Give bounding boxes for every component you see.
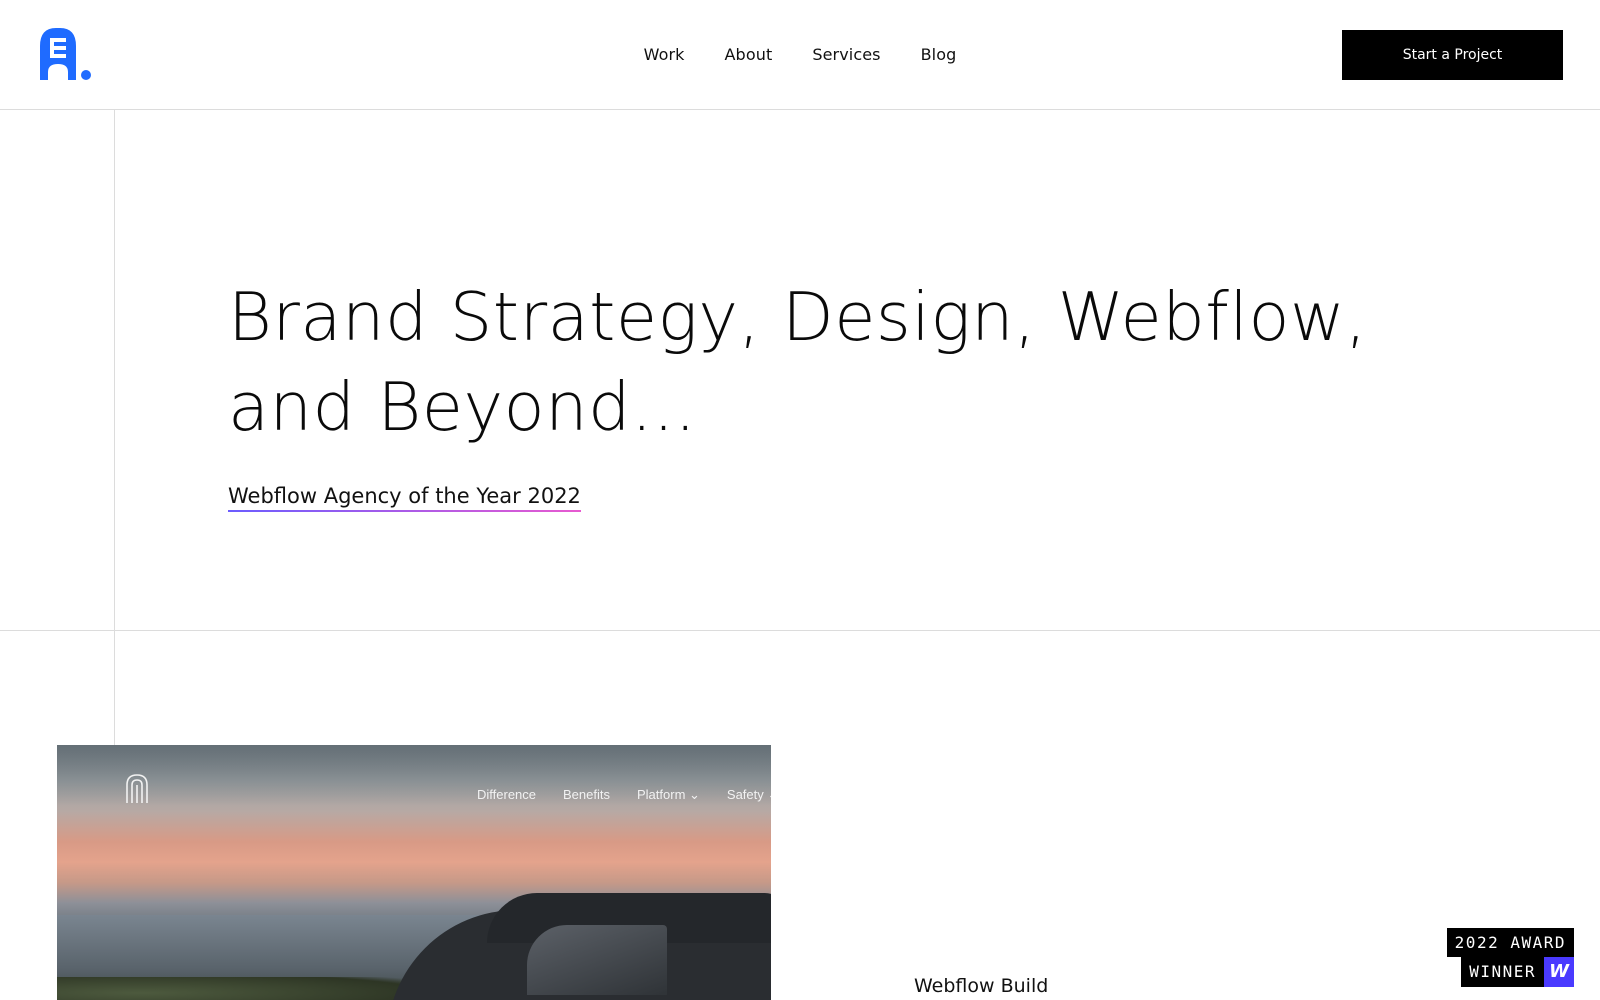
hero-title-line-2: and Beyond... xyxy=(228,368,697,446)
grid-divider-horizontal xyxy=(0,630,1600,631)
showcase-nav-difference: Difference xyxy=(477,787,537,802)
showcase-nav-safety: Safety ⌄ xyxy=(726,787,771,802)
start-project-button[interactable]: Start a Project xyxy=(1342,30,1563,80)
agency-award-link[interactable]: Webflow Agency of the Year 2022 xyxy=(228,484,581,512)
showcase-nav-benefits: Benefits xyxy=(563,787,610,802)
showcase-nav-platform: Platform ⌄ xyxy=(637,787,700,802)
showcase-car-window xyxy=(527,925,667,995)
award-badge-line-1: 2022 AWARD xyxy=(1446,928,1574,957)
award-badge-line-2: WINNER xyxy=(1461,957,1544,987)
site-header: Work About Services Blog Start a Project xyxy=(0,0,1600,110)
showcase-logo-icon xyxy=(126,774,148,803)
showcase-nav: Difference Benefits Platform ⌄ Safety ⌄ xyxy=(477,787,771,803)
webflow-w-icon: W xyxy=(1544,957,1574,987)
nav-services[interactable]: Services xyxy=(812,45,880,64)
project-showcase-image[interactable]: Difference Benefits Platform ⌄ Safety ⌄ xyxy=(57,745,771,1000)
nav-work[interactable]: Work xyxy=(644,45,685,64)
project-caption: Webflow Build xyxy=(914,975,1049,997)
grid-divider-vertical xyxy=(114,110,115,746)
hero-title: Brand Strategy, Design, Webflow, and Bey… xyxy=(228,272,1478,452)
nav-blog[interactable]: Blog xyxy=(921,45,957,64)
hero-title-line-1: Brand Strategy, Design, Webflow, xyxy=(228,278,1368,356)
nav-about[interactable]: About xyxy=(725,45,773,64)
award-winner-badge[interactable]: 2022 AWARD WINNER W xyxy=(1414,928,1574,988)
